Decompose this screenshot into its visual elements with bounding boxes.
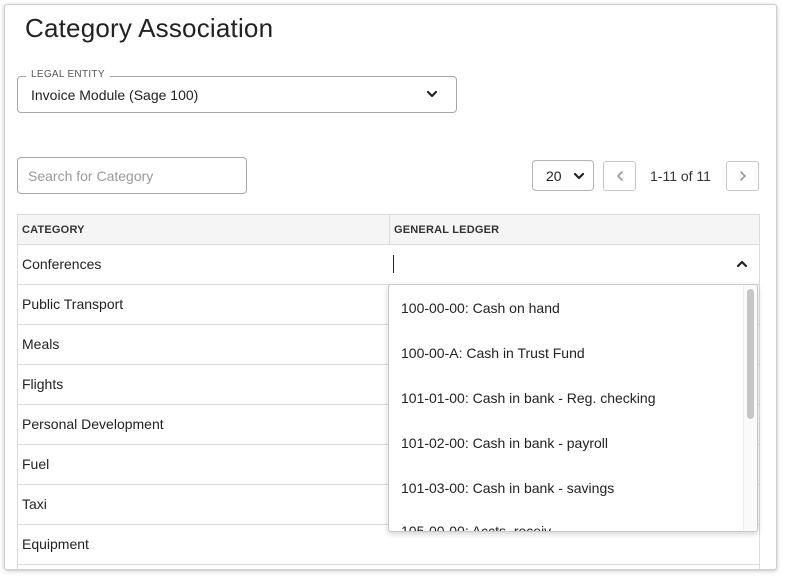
chevron-down-icon (426, 90, 438, 98)
category-cell: Meals (22, 336, 60, 352)
column-header-category: CATEGORY (22, 224, 85, 236)
gl-option[interactable]: 101-02-00: Cash in bank - payroll (401, 435, 608, 451)
scrollbar-thumb[interactable] (747, 289, 754, 419)
legal-entity-select[interactable]: LEGAL ENTITY Invoice Module (Sage 100) (17, 69, 457, 113)
page-size-value: 20 (546, 168, 562, 184)
previous-page-button[interactable] (603, 161, 636, 191)
search-category-input[interactable] (17, 157, 247, 194)
table-row[interactable]: Conferences (18, 245, 759, 285)
column-header-general-ledger: GENERAL LEDGER (394, 224, 500, 236)
chevron-left-icon (617, 171, 623, 181)
next-page-button[interactable] (726, 161, 759, 191)
category-cell: Conferences (22, 256, 102, 272)
category-cell: Flights (22, 376, 64, 392)
table-header: CATEGORY GENERAL LEDGER (18, 214, 759, 245)
general-ledger-dropdown[interactable]: 100-00-00: Cash on hand 100-00-A: Cash i… (388, 284, 758, 532)
column-divider (389, 215, 390, 244)
general-ledger-input[interactable] (390, 245, 759, 283)
page-size-select[interactable]: 20 (532, 160, 594, 191)
legal-entity-label: LEGAL ENTITY (26, 69, 110, 80)
dropdown-scrollbar[interactable] (743, 285, 757, 531)
page-title: Category Association (25, 13, 274, 43)
chevron-down-icon (573, 172, 585, 180)
category-cell: Public Transport (22, 296, 124, 312)
gl-option[interactable]: 105-00-00: Accts. receiv (401, 523, 551, 531)
gl-option[interactable]: 101-01-00: Cash in bank - Reg. checking (401, 390, 655, 406)
chevron-right-icon (740, 171, 746, 181)
category-cell: Equipment (22, 536, 89, 552)
chevron-up-icon (736, 260, 748, 268)
text-cursor (393, 255, 394, 273)
category-cell: Personal Development (22, 416, 164, 432)
gl-option[interactable]: 100-00-00: Cash on hand (401, 300, 560, 316)
category-cell: Fuel (22, 456, 50, 472)
legal-entity-value: Invoice Module (Sage 100) (31, 87, 199, 103)
category-cell: Taxi (22, 496, 47, 512)
gl-option[interactable]: 100-00-A: Cash in Trust Fund (401, 345, 585, 361)
pagination-range: 1-11 of 11 (650, 168, 711, 184)
gl-option[interactable]: 101-03-00: Cash in bank - savings (401, 480, 614, 496)
